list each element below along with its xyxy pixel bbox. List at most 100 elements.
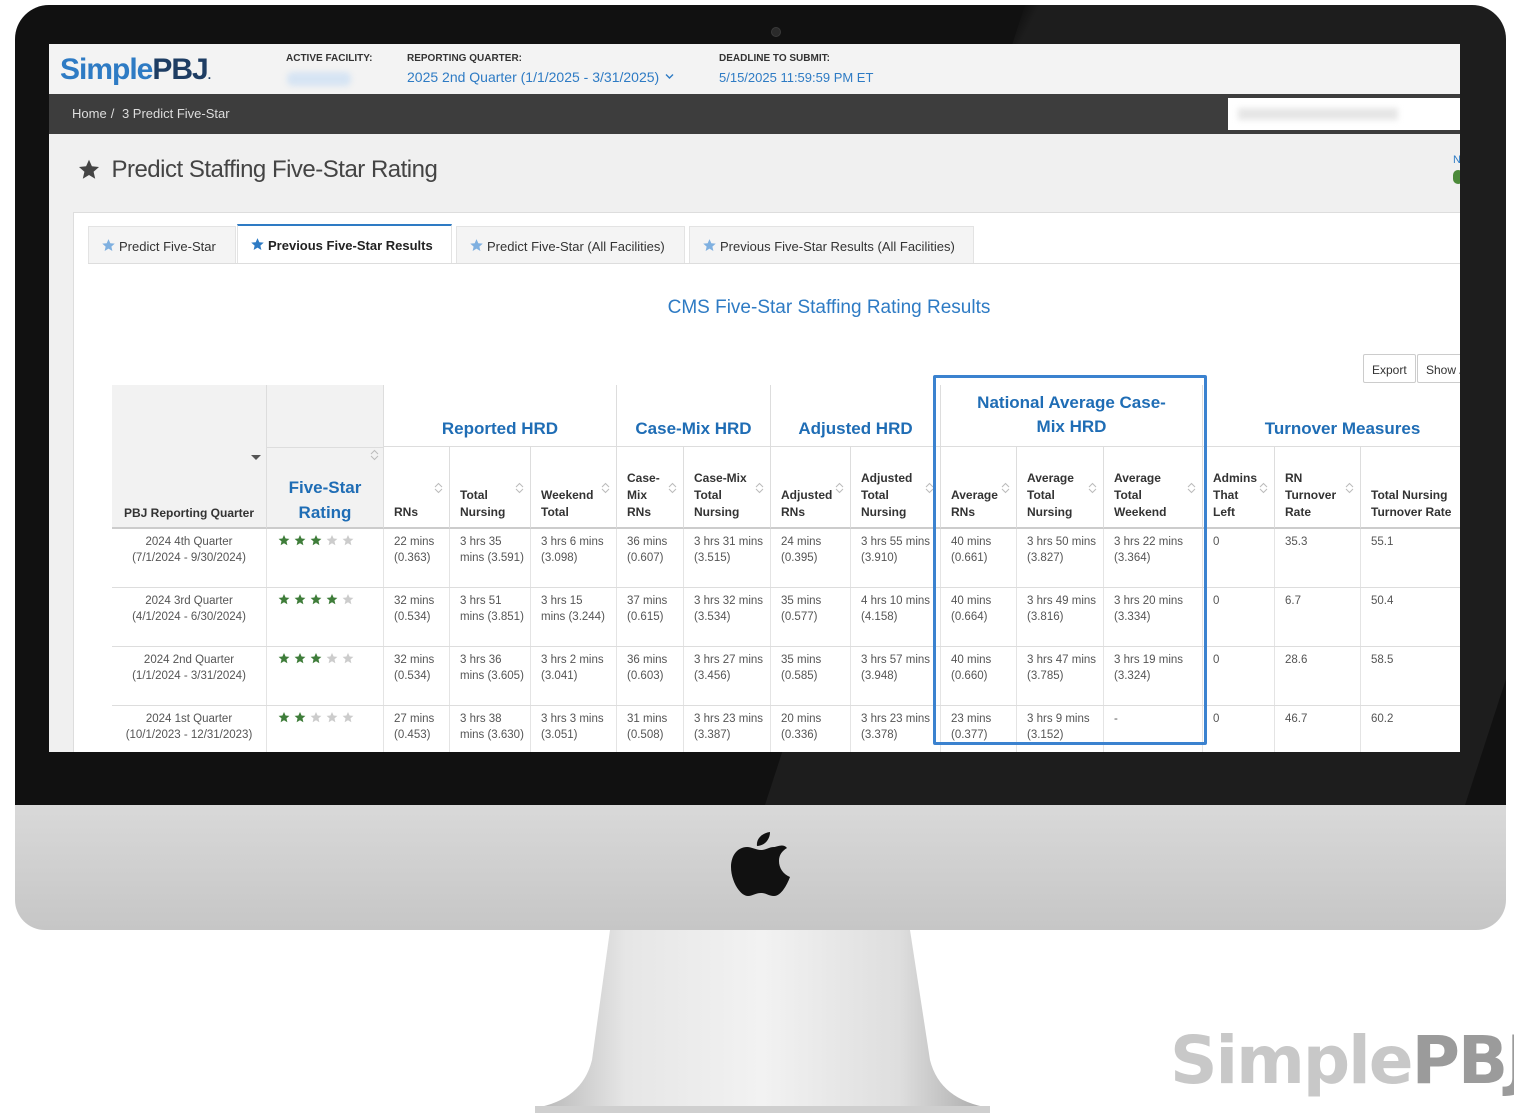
column-header-casemix-rns[interactable]: Case-Mix RNs [617, 447, 684, 529]
star-filled-icon [310, 593, 322, 605]
sort-icon [434, 482, 443, 494]
cell-total-nursing: 3 hrs 38 mins (3.630) [450, 706, 531, 752]
cell-total-nursing: 3 hrs 51 mins (3.851) [450, 588, 531, 646]
active-facility-value-redacted[interactable] [287, 72, 351, 86]
cell-adjusted-rns: 35 mins (0.577) [771, 588, 851, 646]
tab-previous-five-star-results-all-facilities[interactable]: Previous Five-Star Results (All Faciliti… [689, 226, 974, 264]
cell-avg-total: 3 hrs 49 mins (3.816) [1017, 588, 1104, 646]
cell-total-turnover: 58.5 [1371, 654, 1394, 666]
star-filled-icon [278, 652, 290, 664]
star-empty-icon [342, 652, 354, 664]
cell-avg-weekend: 3 hrs 19 mins (3.324) [1104, 647, 1203, 705]
deadline-label: DEADLINE TO SUBMIT: [719, 53, 830, 64]
sort-icon [925, 482, 934, 494]
column-header-five-star-rating[interactable]: Five-Star Rating [267, 385, 384, 529]
cell-weekend-total: 3 hrs 6 mins (3.098) [531, 529, 617, 587]
tab-predict-five-star-all-facilities[interactable]: Predict Five-Star (All Facilities) [456, 226, 685, 264]
star-filled-icon [310, 652, 322, 664]
watermark-logo: SimplePBJ [1170, 1022, 1514, 1099]
column-header-avg-weekend[interactable]: Average Total Weekend [1104, 447, 1203, 529]
cell-weekend-total: 3 hrs 2 mins (3.041) [531, 647, 617, 705]
cell-adjusted-total: 4 hrs 10 mins (4.158) [851, 588, 941, 646]
reporting-quarter-label: REPORTING QUARTER: [407, 53, 522, 64]
export-button[interactable]: Export [1363, 354, 1416, 383]
star-empty-icon [326, 652, 338, 664]
cell-casemix-rns: 31 mins (0.508) [617, 706, 684, 752]
star-empty-icon [342, 534, 354, 546]
column-header-adjusted-rns[interactable]: Adjusted RNs [771, 447, 851, 529]
star-rating [277, 534, 377, 550]
cell-five-star-rating [267, 647, 384, 705]
cell-avg-total: 3 hrs 50 mins (3.827) [1017, 529, 1104, 587]
cell-admins-left: 0 [1203, 588, 1275, 646]
apple-icon [731, 832, 790, 896]
star-icon [470, 239, 483, 251]
page-title: Predict Staffing Five-Star Rating [111, 156, 438, 183]
cell-rns: 32 mins (0.534) [384, 588, 450, 646]
star-empty-icon [342, 593, 354, 605]
column-header-admins-left[interactable]: Admins That Left [1203, 447, 1275, 529]
cell-five-star-rating [267, 588, 384, 646]
column-header-rn-turnover[interactable]: RN Turnover Rate [1275, 447, 1361, 529]
edge-label: N [1453, 154, 1460, 166]
reporting-quarter-select[interactable]: 2025 2nd Quarter (1/1/2025 - 3/31/2025) [407, 69, 674, 85]
column-header-avg-total[interactable]: Average Total Nursing [1017, 447, 1104, 529]
show-hide-columns-button[interactable]: Show / [1417, 354, 1460, 383]
sort-icon [1345, 482, 1354, 494]
sort-icon [755, 482, 764, 494]
tab-previous-five-star-results[interactable]: Previous Five-Star Results [237, 224, 452, 264]
cell-avg-rns: 40 mins (0.664) [941, 588, 1017, 646]
cell-admins-left: 0 [1203, 706, 1275, 752]
column-header-weekend-total[interactable]: Weekend Total [531, 447, 617, 529]
breadcrumb-home-link[interactable]: Home [72, 106, 107, 121]
cell-avg-total: 3 hrs 9 mins (3.152) [1017, 706, 1104, 752]
screen: SimplePBJ. ACTIVE FACILITY: REPORTING QU… [49, 44, 1460, 752]
breadcrumb-current: 3 Predict Five-Star [121, 106, 230, 121]
column-header-casemix-total[interactable]: Case-Mix Total Nursing [684, 447, 771, 529]
star-filled-icon [326, 593, 338, 605]
cell-avg-rns: 40 mins (0.660) [941, 647, 1017, 705]
cell-adjusted-rns: 35 mins (0.585) [771, 647, 851, 705]
cell-adjusted-total: 3 hrs 57 mins (3.948) [851, 647, 941, 705]
star-filled-icon [278, 711, 290, 723]
cell-avg-weekend: 3 hrs 22 mins (3.364) [1104, 529, 1203, 587]
imac-mockup: SimplePBJ. ACTIVE FACILITY: REPORTING QU… [0, 0, 1514, 1113]
cell-admins-left: 0 [1203, 529, 1275, 587]
cell-casemix-rns: 36 mins (0.603) [617, 647, 684, 705]
cell-avg-rns: 40 mins (0.661) [941, 529, 1017, 587]
star-empty-icon [342, 711, 354, 723]
star-filled-icon [278, 534, 290, 546]
cell-total-turnover: 60.2 [1371, 713, 1394, 725]
cell-adjusted-total: 3 hrs 55 mins (3.910) [851, 529, 941, 587]
app-logo[interactable]: SimplePBJ. [60, 53, 211, 87]
star-filled-icon [294, 534, 306, 546]
cell-weekend-total: 3 hrs 15 mins (3.244) [531, 588, 617, 646]
results-table: PBJ Reporting Quarter Five-Star Rating R… [112, 385, 1460, 752]
search-input[interactable] [1228, 98, 1460, 130]
cell-quarter: 2024 4th Quarter (7/1/2024 - 9/30/2024) [112, 529, 267, 587]
star-filled-icon [294, 593, 306, 605]
tab-predict-five-star[interactable]: Predict Five-Star [88, 226, 236, 264]
column-header-total-turnover[interactable]: Total Nursing Turnover Rate [1361, 447, 1460, 529]
cell-avg-rns: 23 mins (0.377) [941, 706, 1017, 752]
column-header-adjusted-total[interactable]: Adjusted Total Nursing [851, 447, 941, 529]
sort-icon [1001, 482, 1010, 494]
group-header-reported-hrd: Reported HRD [384, 385, 617, 447]
top-bar: SimplePBJ. ACTIVE FACILITY: REPORTING QU… [49, 44, 1460, 94]
cell-avg-weekend: - [1104, 706, 1203, 752]
cell-casemix-total: 3 hrs 27 mins (3.456) [684, 647, 771, 705]
breadcrumb-bar: Home/ 3 Predict Five-Star [49, 94, 1460, 134]
cell-rn-turnover: 6.7 [1275, 588, 1361, 646]
column-header-rns[interactable]: RNs [384, 447, 450, 529]
column-header-avg-rns[interactable]: Average RNs [941, 447, 1017, 529]
column-header-pbj-quarter[interactable]: PBJ Reporting Quarter [112, 385, 267, 529]
sort-icon [835, 482, 844, 494]
cell-avg-total: 3 hrs 47 mins (3.785) [1017, 647, 1104, 705]
cell-adjusted-rns: 20 mins (0.336) [771, 706, 851, 752]
table-row: 2024 3rd Quarter (4/1/2024 - 6/30/2024) 32… [112, 588, 1460, 647]
cell-adjusted-total: 3 hrs 23 mins (3.378) [851, 706, 941, 752]
caret-down-icon [251, 455, 261, 460]
chevron-down-icon [665, 74, 674, 79]
star-rating [277, 711, 377, 727]
column-header-total-nursing[interactable]: Total Nursing [450, 447, 531, 529]
